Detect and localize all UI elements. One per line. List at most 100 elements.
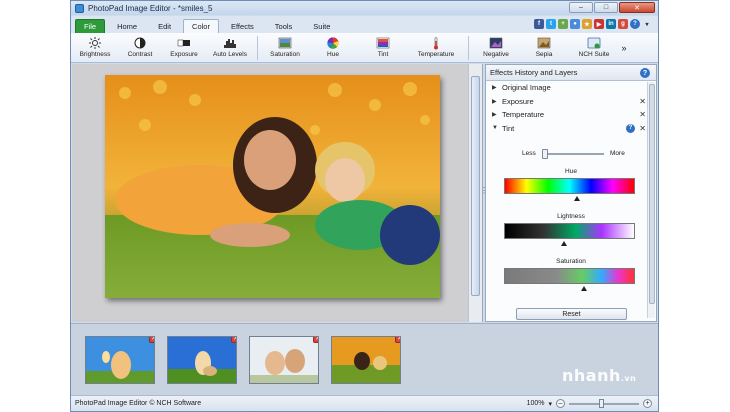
thumbnail-image[interactable]: ✕ xyxy=(249,336,319,384)
panel-splitter[interactable]: ⋮ xyxy=(480,186,488,200)
remove-layer-icon[interactable]: ✕ xyxy=(639,97,646,106)
help-icon[interactable]: ? xyxy=(630,19,640,29)
gplus-icon[interactable]: g xyxy=(618,19,628,29)
hue-label: Hue xyxy=(327,51,339,58)
slider-knob[interactable] xyxy=(542,149,548,159)
tab-edit[interactable]: Edit xyxy=(149,19,180,33)
close-icon[interactable]: ✕ xyxy=(313,337,318,343)
expand-arrow-icon[interactable]: ▶ xyxy=(492,84,502,91)
status-bar: PhotoPad Image Editor © NCH Software 100… xyxy=(71,395,658,411)
thumbnail-image[interactable]: ✕ xyxy=(331,336,401,384)
reset-button[interactable]: Reset xyxy=(516,308,627,320)
star-icon[interactable]: ★ xyxy=(582,19,592,29)
thumbnail-image[interactable]: ✕ xyxy=(167,336,237,384)
scrollbar-thumb[interactable] xyxy=(649,84,655,304)
layer-original-image[interactable]: ▶ Original Image xyxy=(486,81,656,95)
effects-panel: Effects History and Layers ? ▶ Original … xyxy=(485,64,657,322)
layer-temperature[interactable]: ▶ Temperature ✕ xyxy=(486,108,656,122)
help-icon[interactable]: ? xyxy=(640,68,650,78)
suite-icon xyxy=(587,37,601,49)
negative-icon xyxy=(489,37,503,49)
layer-exposure[interactable]: ▶ Exposure ✕ xyxy=(486,95,656,109)
share-icon[interactable]: + xyxy=(558,19,568,29)
chevron-down-icon[interactable]: ▾ xyxy=(642,19,652,29)
close-icon[interactable]: ✕ xyxy=(149,337,154,343)
title-bar: PhotoPad Image Editor - *smiles_5 – □ ✕ xyxy=(71,1,658,15)
lightness-gradient-bar[interactable] xyxy=(504,223,635,239)
ribbon-tabs: File Home Edit Color Effects Tools Suite… xyxy=(71,16,658,33)
tab-tools[interactable]: Tools xyxy=(266,19,302,33)
close-button[interactable]: ✕ xyxy=(619,2,655,13)
panel-scrollbar[interactable] xyxy=(647,82,655,318)
expand-arrow-icon[interactable]: ▶ xyxy=(492,98,502,105)
tab-home[interactable]: Home xyxy=(108,19,146,33)
sepia-button[interactable]: Sepia xyxy=(519,33,569,63)
sun-icon xyxy=(88,37,102,49)
auto-levels-button[interactable]: Auto Levels xyxy=(207,33,253,63)
facebook-icon[interactable]: f xyxy=(534,19,544,29)
window-controls: – □ ✕ xyxy=(569,2,655,13)
saturation-marker-icon[interactable] xyxy=(581,286,587,291)
watermark-tld: .vn xyxy=(620,374,637,383)
watermark-brand: nhanh xyxy=(562,366,621,385)
zoom-control: 100% ▾ – + xyxy=(527,398,652,408)
close-icon[interactable]: ✕ xyxy=(395,337,400,343)
sepia-icon xyxy=(537,37,551,49)
tab-color[interactable]: Color xyxy=(183,19,219,33)
hue-gradient-bar[interactable] xyxy=(504,178,635,194)
zoom-slider-knob[interactable] xyxy=(599,398,604,408)
lightness-label: Lightness xyxy=(557,213,585,220)
tint-icon xyxy=(376,37,390,49)
hue-button[interactable]: Hue xyxy=(308,33,358,63)
minimize-button[interactable]: – xyxy=(569,2,593,13)
temperature-button[interactable]: Temperature xyxy=(408,33,464,63)
scrollbar-thumb[interactable] xyxy=(471,76,480,296)
twitter-icon[interactable]: t xyxy=(546,19,556,29)
auto-levels-label: Auto Levels xyxy=(213,51,247,58)
toolbar-divider xyxy=(468,35,469,60)
toolbar-divider xyxy=(257,35,258,60)
tab-file[interactable]: File xyxy=(75,19,106,33)
close-icon[interactable]: ✕ xyxy=(231,337,236,343)
maximize-button[interactable]: □ xyxy=(594,2,618,13)
thermometer-icon xyxy=(429,36,443,49)
lightness-marker-icon[interactable] xyxy=(561,241,567,246)
help-icon[interactable]: ? xyxy=(626,123,635,133)
tab-suite[interactable]: Suite xyxy=(304,19,339,33)
zoom-in-button[interactable]: + xyxy=(643,399,652,408)
zoom-slider[interactable] xyxy=(569,398,639,408)
saturation-gradient-bar[interactable] xyxy=(504,268,635,284)
hue-marker-icon[interactable] xyxy=(574,196,580,201)
ribbon-toolbar: Brightness Contrast Exposure Auto Levels… xyxy=(71,33,658,63)
layer-label: Exposure xyxy=(502,96,534,106)
remove-layer-icon[interactable]: ✕ xyxy=(639,110,646,119)
nch-suite-button[interactable]: NCH Suite xyxy=(569,33,619,63)
thumbnail-image[interactable]: ✕ xyxy=(85,336,155,384)
zoom-out-button[interactable]: – xyxy=(556,399,565,408)
layer-tint[interactable]: ▼ Tint ? ✕ xyxy=(486,122,656,136)
person-icon[interactable]: ● xyxy=(570,19,580,29)
toolbar-overflow-button[interactable]: » xyxy=(619,33,629,63)
negative-button[interactable]: Negative xyxy=(473,33,519,63)
saturation-button[interactable]: Saturation xyxy=(262,33,308,63)
less-label: Less xyxy=(522,150,536,157)
youtube-icon[interactable]: ▶ xyxy=(594,19,604,29)
zoom-level[interactable]: 100% xyxy=(527,400,545,407)
expand-arrow-icon[interactable]: ▶ xyxy=(492,111,502,118)
tint-strength-slider[interactable]: Less More xyxy=(522,149,632,159)
exposure-label: Exposure xyxy=(170,51,198,58)
collapse-arrow-icon[interactable]: ▼ xyxy=(492,125,502,131)
exposure-button[interactable]: Exposure xyxy=(161,33,207,63)
slider-track[interactable] xyxy=(544,153,604,155)
app-icon xyxy=(75,3,84,13)
image-canvas[interactable] xyxy=(72,64,483,322)
social-links: f t + ● ★ ▶ in g ? ▾ xyxy=(534,19,652,29)
brightness-button[interactable]: Brightness xyxy=(71,33,119,63)
zoom-dropdown-icon[interactable]: ▾ xyxy=(548,400,552,408)
exposure-icon xyxy=(177,37,191,49)
linkedin-icon[interactable]: in xyxy=(606,19,616,29)
contrast-button[interactable]: Contrast xyxy=(119,33,161,63)
remove-layer-icon[interactable]: ✕ xyxy=(639,124,646,133)
tint-button[interactable]: Tint xyxy=(358,33,408,63)
tab-effects[interactable]: Effects xyxy=(222,19,263,33)
